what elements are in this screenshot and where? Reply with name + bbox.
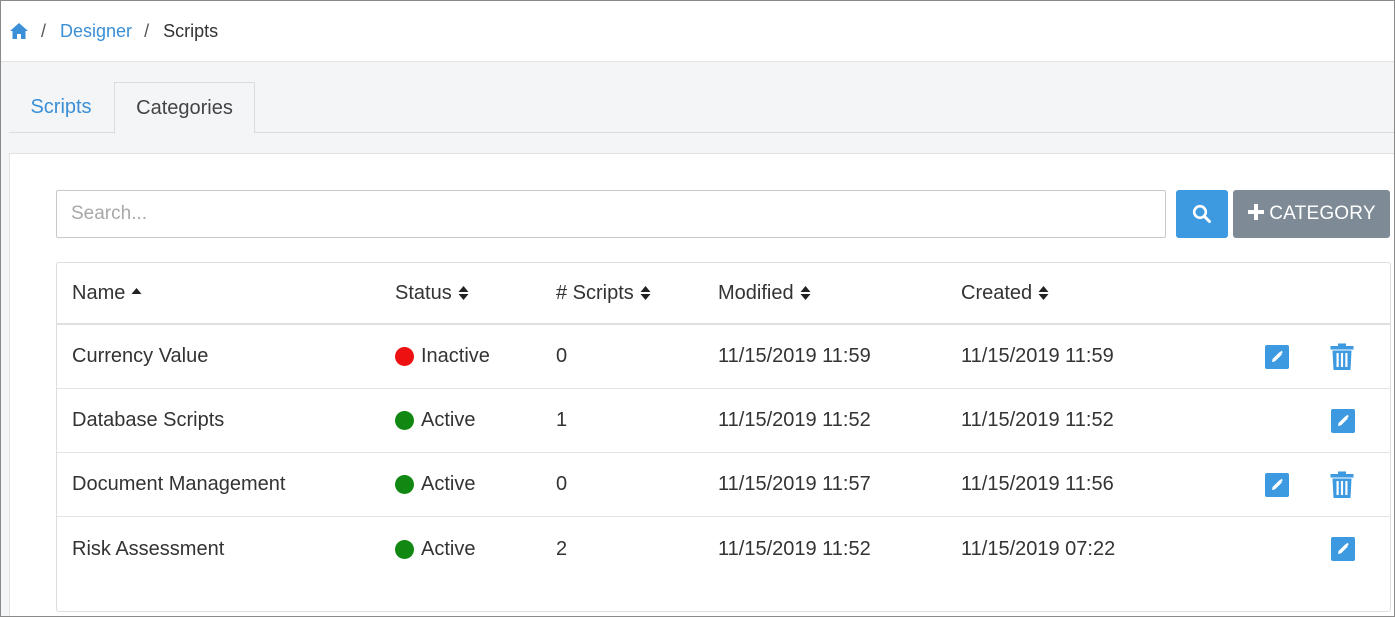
tab-bar: Scripts Categories bbox=[9, 82, 1394, 134]
status-inactive-icon bbox=[395, 347, 414, 366]
tab-categories[interactable]: Categories bbox=[114, 82, 255, 134]
pencil-icon bbox=[1331, 537, 1355, 561]
row-script-count: 0 bbox=[556, 345, 568, 367]
row-created: 11/15/2019 07:22 bbox=[961, 537, 1116, 560]
trash-icon bbox=[1330, 343, 1354, 370]
edit-button[interactable] bbox=[1331, 389, 1355, 452]
row-script-count: 0 bbox=[556, 473, 568, 495]
table-header: Name Status # Scripts Modified Created bbox=[57, 263, 1390, 325]
breadcrumb-separator: / bbox=[41, 20, 47, 41]
sort-icon bbox=[640, 286, 651, 300]
status-label: Active bbox=[421, 473, 476, 495]
add-category-button[interactable]: CATEGORY bbox=[1233, 190, 1390, 238]
row-name: Currency Value bbox=[72, 345, 209, 367]
column-label: Name bbox=[72, 281, 126, 304]
search-icon bbox=[1192, 204, 1211, 223]
add-category-label: CATEGORY bbox=[1269, 203, 1376, 224]
column-header-created[interactable]: Created bbox=[961, 263, 1049, 323]
search-input[interactable] bbox=[56, 190, 1166, 238]
table-row: Document Management Active 0 11/15/2019 … bbox=[57, 453, 1390, 517]
table-row: Risk Assessment Active 2 11/15/2019 11:5… bbox=[57, 517, 1390, 581]
categories-panel: CATEGORY Name Status # Scripts Modified bbox=[9, 153, 1394, 616]
row-status: Inactive bbox=[395, 325, 490, 388]
delete-button[interactable] bbox=[1330, 325, 1354, 388]
edit-button[interactable] bbox=[1331, 517, 1355, 581]
row-status: Active bbox=[395, 389, 475, 452]
breadcrumb-separator: / bbox=[144, 20, 150, 41]
row-modified: 11/15/2019 11:59 bbox=[718, 345, 871, 367]
column-label: Created bbox=[961, 281, 1033, 304]
row-status: Active bbox=[395, 453, 475, 516]
row-modified: 11/15/2019 11:52 bbox=[718, 537, 871, 560]
sort-icon bbox=[458, 286, 469, 300]
status-active-icon bbox=[395, 539, 414, 559]
column-header-name[interactable]: Name bbox=[72, 263, 142, 323]
row-modified: 11/15/2019 11:57 bbox=[718, 473, 871, 495]
edit-button[interactable] bbox=[1265, 453, 1289, 516]
pencil-icon bbox=[1331, 408, 1355, 433]
plus-icon bbox=[1247, 202, 1265, 226]
edit-button[interactable] bbox=[1265, 325, 1289, 388]
status-active-icon bbox=[395, 411, 414, 430]
column-label: Status bbox=[395, 281, 452, 304]
row-status: Active bbox=[395, 517, 475, 581]
row-name: Document Management bbox=[72, 473, 286, 495]
status-active-icon bbox=[395, 475, 414, 494]
row-name: Risk Assessment bbox=[72, 537, 225, 560]
sort-asc-icon bbox=[131, 288, 142, 294]
categories-table: Name Status # Scripts Modified Created C… bbox=[56, 262, 1391, 612]
search-button[interactable] bbox=[1176, 190, 1228, 238]
column-header-modified[interactable]: Modified bbox=[718, 263, 811, 323]
column-header-status[interactable]: Status bbox=[395, 263, 469, 323]
row-created: 11/15/2019 11:52 bbox=[961, 409, 1114, 431]
column-header-scripts[interactable]: # Scripts bbox=[556, 263, 651, 323]
breadcrumb: / Designer / Scripts bbox=[1, 1, 1394, 62]
app-frame: / Designer / Scripts Scripts Categories … bbox=[0, 0, 1395, 617]
row-script-count: 2 bbox=[556, 537, 568, 560]
pencil-icon bbox=[1265, 472, 1289, 497]
breadcrumb-current: Scripts bbox=[163, 20, 219, 41]
table-row: Database Scripts Active 1 11/15/2019 11:… bbox=[57, 389, 1390, 453]
table-row: Currency Value Inactive 0 11/15/2019 11:… bbox=[57, 325, 1390, 389]
row-script-count: 1 bbox=[556, 409, 568, 431]
row-created: 11/15/2019 11:59 bbox=[961, 345, 1114, 367]
delete-button[interactable] bbox=[1330, 453, 1354, 516]
home-icon[interactable] bbox=[9, 22, 29, 40]
sort-icon bbox=[800, 286, 811, 300]
status-label: Active bbox=[421, 537, 476, 560]
pencil-icon bbox=[1265, 344, 1289, 369]
breadcrumb-designer-link[interactable]: Designer bbox=[60, 21, 132, 42]
column-label: # Scripts bbox=[556, 281, 634, 304]
trash-icon bbox=[1330, 471, 1354, 498]
sort-icon bbox=[1038, 286, 1049, 300]
row-name: Database Scripts bbox=[72, 409, 225, 431]
row-modified: 11/15/2019 11:52 bbox=[718, 409, 871, 431]
column-label: Modified bbox=[718, 281, 794, 304]
row-created: 11/15/2019 11:56 bbox=[961, 473, 1114, 495]
status-label: Active bbox=[421, 409, 476, 431]
tab-scripts[interactable]: Scripts bbox=[9, 82, 113, 133]
status-label: Inactive bbox=[421, 345, 490, 367]
